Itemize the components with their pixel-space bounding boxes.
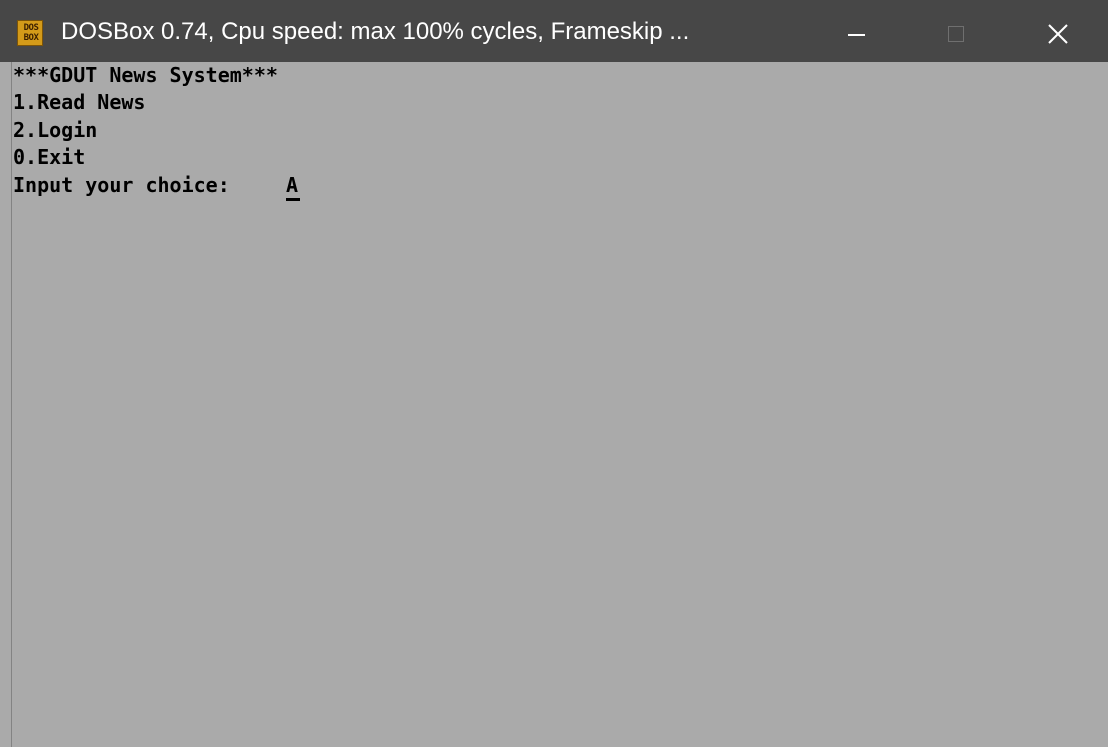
title-bar[interactable]: DOS BOX DOSBox 0.74, Cpu speed: max 100%… [0, 0, 1108, 62]
dosbox-icon-text-bottom: BOX [23, 33, 39, 43]
choice-input-value[interactable]: A [286, 172, 298, 199]
minimize-button[interactable] [826, 10, 888, 60]
maximize-button[interactable] [926, 10, 988, 60]
text-cursor [286, 198, 300, 201]
dosbox-window: DOS BOX DOSBox 0.74, Cpu speed: max 100%… [0, 0, 1108, 747]
dos-console-screen[interactable]: ***GDUT News System*** 1.Read News 2.Log… [11, 62, 1108, 747]
maximize-icon [948, 26, 964, 42]
choice-prompt: Input your choice: [13, 173, 230, 197]
close-icon [1048, 24, 1068, 44]
console-title: ***GDUT News System*** [13, 63, 278, 87]
minimize-icon [848, 34, 865, 36]
menu-option-exit: 0.Exit [13, 145, 86, 169]
window-title: DOSBox 0.74, Cpu speed: max 100% cycles,… [61, 18, 690, 45]
close-button[interactable] [1027, 10, 1089, 60]
dosbox-icon-text-top: DOS [23, 23, 39, 33]
menu-option-read-news: 1.Read News [13, 90, 146, 114]
menu-option-login: 2.Login [13, 118, 98, 142]
dosbox-icon[interactable]: DOS BOX [17, 20, 43, 46]
